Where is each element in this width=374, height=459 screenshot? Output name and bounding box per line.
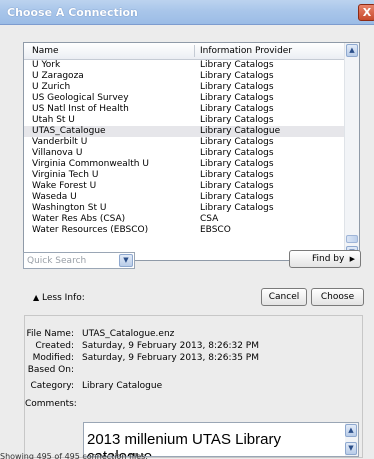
list-item[interactable]: Washington St U Library Catalogs [24,203,346,214]
list-item-name: U Zurich [32,82,71,92]
window-title: Choose A Connection [7,6,138,19]
list-item-name: Vanderbilt U [32,137,88,147]
list-item[interactable]: Wake Forest U Library Catalogs [24,181,346,192]
list-item[interactable]: Virginia Commonwealth U Library Catalogs [24,159,346,170]
list-item-provider: EBSCO [200,225,231,235]
list-item[interactable]: U York Library Catalogs [24,60,346,71]
file-name-label: File Name: [26,329,74,339]
list-item[interactable]: Villanova U Library Catalogs [24,148,346,159]
list-item[interactable]: Vanderbilt U Library Catalogs [24,137,346,148]
list-item-name: Utah St U [32,115,75,125]
list-item[interactable]: Water Resources (EBSCO) EBSCO [24,225,346,236]
list-item-provider: Library Catalogs [200,60,274,70]
cancel-button[interactable]: Cancel [261,288,307,306]
list-item-provider: Library Catalogs [200,82,274,92]
list-item-provider: Library Catalogs [200,137,274,147]
list-item[interactable]: Waseda U Library Catalogs [24,192,346,203]
file-name-value: UTAS_Catalogue.enz [82,329,175,339]
scroll-up-icon[interactable]: ▲ [346,44,358,57]
comments-label: Comments: [25,399,77,409]
list-item[interactable]: Water Res Abs (CSA) CSA [24,214,346,225]
list-item-name: Washington St U [32,203,107,213]
category-value: Library Catalogue [82,381,163,391]
list-item-provider: Library Catalogs [200,192,274,202]
list-item-name: UTAS_Catalogue [32,126,106,136]
column-divider[interactable] [194,45,195,57]
list-item-provider: Library Catalogs [200,93,274,103]
list-item-provider: Library Catalogs [200,170,274,180]
list-rows: U York Library Catalogs U Zaragoza Library … [24,60,346,236]
info-panel: File Name: UTAS_Catalogue.enz Created: S… [24,315,363,458]
list-item[interactable]: US Natl Inst of Health Library Catalogs [24,104,346,115]
list-item-name: U York [32,60,61,70]
choose-button[interactable]: Choose [311,288,364,306]
list-item-provider: Library Catalogs [200,159,274,169]
list-item-provider: CSA [200,214,219,224]
list-item-name: US Geological Survey [32,93,129,103]
list-item-name: Water Resources (EBSCO) [32,225,149,235]
list-item-provider: Library Catalogue [200,126,281,136]
list-item[interactable]: Virginia Tech U Library Catalogs [24,170,346,181]
list-item-provider: Library Catalogs [200,115,274,125]
list-item-name: Virginia Tech U [32,170,99,180]
list-item-provider: Library Catalogs [200,71,274,81]
less-info-toggle[interactable]: ▲ Less Info: [33,293,85,303]
list-item-name: Wake Forest U [32,181,97,191]
list-item[interactable]: US Geological Survey Library Catalogs [24,93,346,104]
list-item-name: Waseda U [32,192,77,202]
list-item[interactable]: UTAS_Catalogue Library Catalogue [24,126,346,137]
list-scrollbar[interactable]: ▲ ▼ [344,43,359,260]
scroll-up-icon[interactable]: ▲ [345,424,357,437]
status-bar: Showing 495 of 495 connection files. [0,453,148,459]
title-bar: Choose A Connection X [0,0,374,25]
column-header-name[interactable]: Name [32,46,59,56]
connection-list[interactable]: Name Information Provider U York Library … [23,42,360,261]
find-by-button[interactable]: Find by ▶ [289,250,361,268]
modified-label: Modified: [32,353,74,363]
list-item-provider: Library Catalogs [200,148,274,158]
list-item-provider: Library Catalogs [200,104,274,114]
list-item-name: Villanova U [32,148,83,158]
comments-textarea[interactable]: 2013 millenium UTAS Library catalogue ▲ … [83,422,359,457]
list-item-name: U Zaragoza [32,71,84,81]
arrow-right-icon: ▶ [349,255,355,263]
list-item[interactable]: U Zurich Library Catalogs [24,82,346,93]
scroll-thumb[interactable] [346,235,358,243]
list-item-name: US Natl Inst of Health [32,104,129,114]
quick-search-input[interactable]: Quick Search [27,256,86,266]
list-item[interactable]: U Zaragoza Library Catalogs [24,71,346,82]
quick-search-combo[interactable]: Quick Search ▼ [23,252,135,269]
column-header-provider[interactable]: Information Provider [200,46,292,56]
chevron-down-icon[interactable]: ▼ [119,254,133,267]
list-item-provider: Library Catalogs [200,203,274,213]
arrow-up-icon: ▲ [33,293,40,302]
list-header: Name Information Provider [24,43,346,60]
find-by-label: Find by [312,254,345,264]
comments-scrollbar[interactable]: ▲ ▼ [345,423,358,456]
list-item-provider: Library Catalogs [200,181,274,191]
list-item[interactable]: Utah St U Library Catalogs [24,115,346,126]
close-button[interactable]: X [358,4,374,21]
category-label: Category: [30,381,75,391]
modified-value: Saturday, 9 February 2013, 8:26:35 PM [82,353,259,363]
created-label: Created: [35,341,74,351]
dialog-body: Name Information Provider U York Library … [0,25,374,459]
based-on-label: Based On: [27,365,74,375]
list-item-name: Virginia Commonwealth U [32,159,149,169]
list-item-name: Water Res Abs (CSA) [32,214,126,224]
created-value: Saturday, 9 February 2013, 8:26:32 PM [82,341,259,351]
less-info-label: Less Info: [42,293,85,303]
